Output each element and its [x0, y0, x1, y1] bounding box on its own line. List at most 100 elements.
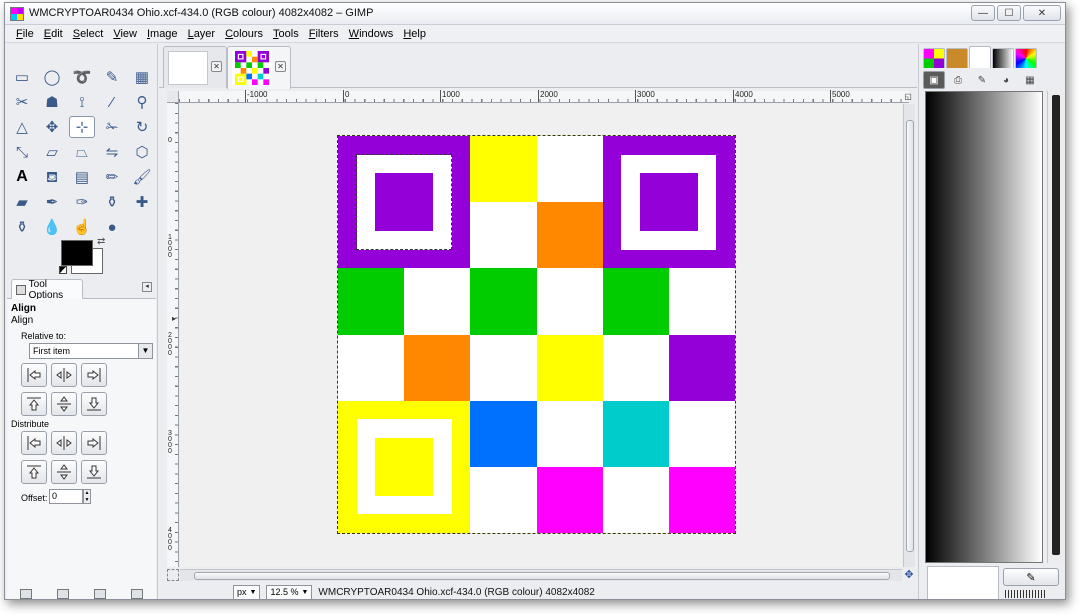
menu-select[interactable]: Select	[68, 28, 109, 40]
tab-tool-options[interactable]: Tool Options	[11, 279, 83, 301]
fuzzy-select-tool-icon[interactable]: ✎	[99, 66, 125, 88]
align-middle-button[interactable]	[51, 392, 77, 416]
blur-tool-icon[interactable]: 💧	[39, 216, 65, 238]
flip-tool-icon[interactable]: ⇋	[99, 141, 125, 163]
distribute-bottom-button[interactable]	[81, 460, 107, 484]
menu-file[interactable]: File	[11, 28, 39, 40]
distribute-center-button[interactable]	[51, 431, 77, 455]
palette-icon[interactable]: ◕	[995, 71, 1017, 89]
perspective-clone-tool-icon[interactable]: ⚱	[9, 216, 35, 238]
ruler-corner[interactable]	[167, 91, 179, 103]
bucket-fill-tool-icon[interactable]: ⛾	[39, 166, 65, 188]
unit-select[interactable]: px ▼	[233, 584, 261, 599]
heal-tool-icon[interactable]: ✚	[129, 191, 155, 213]
align-tool-icon[interactable]: ⊹	[69, 116, 95, 138]
maximize-button[interactable]: ☐	[997, 5, 1021, 21]
tab-gradient-editor-icon[interactable]: ▣	[923, 71, 945, 89]
printer-icon[interactable]: ⎙	[947, 71, 969, 89]
image-tab-2[interactable]: ✕	[227, 46, 291, 89]
default-colors-icon[interactable]	[59, 266, 67, 274]
text-tool-icon[interactable]: A	[9, 166, 35, 188]
tab-images[interactable]	[923, 48, 945, 68]
image-tab-1[interactable]: ✕	[163, 46, 227, 88]
dodge-burn-tool-icon[interactable]: ●	[99, 216, 125, 238]
gradient-preview[interactable]	[925, 91, 1043, 563]
dock-scroll-thumb[interactable]	[1052, 95, 1060, 555]
eraser-tool-icon[interactable]: ▰	[9, 191, 35, 213]
tab-brushes[interactable]	[969, 46, 991, 68]
align-right-button[interactable]	[81, 363, 107, 387]
ellipse-select-tool-icon[interactable]: ◯	[39, 66, 65, 88]
menu-edit[interactable]: Edit	[39, 28, 68, 40]
pencil-tool-icon[interactable]: ✏	[99, 166, 125, 188]
menu-windows[interactable]: Windows	[344, 28, 399, 40]
colors-icon[interactable]: ▦	[1019, 71, 1041, 89]
navigate-icon[interactable]: ✥	[903, 569, 915, 581]
vertical-scrollbar[interactable]	[903, 104, 915, 567]
rect-select-tool-icon[interactable]: ▭	[9, 66, 35, 88]
horizontal-scrollbar[interactable]	[180, 569, 902, 581]
vertical-ruler[interactable]: 0 1000 2000 3000 4000	[167, 103, 179, 567]
align-top-button[interactable]	[21, 392, 47, 416]
perspective-tool-icon[interactable]: ⏢	[69, 141, 95, 163]
dock-vertical-scrollbar[interactable]	[1047, 91, 1065, 563]
edit-gradient-button[interactable]: ✎	[1003, 568, 1059, 586]
select-by-color-tool-icon[interactable]: ▦	[129, 66, 155, 88]
cage-tool-icon[interactable]: ⬡	[129, 141, 155, 163]
menu-view[interactable]: View	[108, 28, 142, 40]
foreground-select-tool-icon[interactable]: ☗	[39, 91, 65, 113]
free-select-tool-icon[interactable]: ➰	[69, 66, 95, 88]
align-bottom-button[interactable]	[81, 392, 107, 416]
menu-layer[interactable]: Layer	[183, 28, 221, 40]
measure-tool-icon[interactable]: △	[9, 116, 35, 138]
menu-colours[interactable]: Colours	[220, 28, 268, 40]
close-icon[interactable]: ✕	[275, 61, 286, 72]
crop-tool-icon[interactable]: ✁	[99, 116, 125, 138]
tab-menu-icon[interactable]: ◂	[142, 282, 152, 292]
reset-options-icon[interactable]	[131, 589, 144, 599]
restore-options-icon[interactable]	[56, 589, 69, 599]
offset-spinner[interactable]: ▲ ▼	[83, 489, 91, 504]
tab-gradients[interactable]	[992, 48, 1014, 68]
distribute-middle-button[interactable]	[51, 460, 77, 484]
distribute-top-button[interactable]	[21, 460, 47, 484]
quick-mask-toggle[interactable]	[167, 569, 179, 581]
menu-filters[interactable]: Filters	[304, 28, 344, 40]
delete-options-icon[interactable]	[94, 589, 107, 599]
horizontal-scroll-thumb[interactable]	[194, 572, 890, 580]
menu-help[interactable]: Help	[398, 28, 431, 40]
airbrush-tool-icon[interactable]: ✒	[39, 191, 65, 213]
zoom-tool-icon[interactable]: ⚲	[129, 91, 155, 113]
foreground-color-swatch[interactable]	[61, 240, 93, 266]
close-button[interactable]: ✕	[1023, 5, 1061, 21]
save-options-icon[interactable]	[19, 589, 32, 599]
menu-tools[interactable]: Tools	[268, 28, 304, 40]
zoom-select[interactable]: 12.5 % ▼	[266, 584, 313, 599]
ink-tool-icon[interactable]: ✑	[69, 191, 95, 213]
minimize-button[interactable]: —	[971, 5, 995, 21]
blend-tool-icon[interactable]: ▤	[69, 166, 95, 188]
offset-input[interactable]: 0	[49, 489, 83, 504]
align-center-button[interactable]	[51, 363, 77, 387]
swap-colors-icon[interactable]: ⇄	[97, 236, 105, 247]
move-tool-icon[interactable]: ✥	[39, 116, 65, 138]
scale-tool-icon[interactable]: ⤡	[9, 141, 35, 163]
paintbrush-icon[interactable]: ✎	[971, 71, 993, 89]
distribute-left-button[interactable]	[21, 431, 47, 455]
vertical-scroll-thumb[interactable]	[906, 120, 914, 552]
tab-patterns[interactable]	[946, 48, 968, 68]
color-picker-tool-icon[interactable]: ⁄	[99, 91, 125, 113]
clone-tool-icon[interactable]: ⚱	[99, 191, 125, 213]
paintbrush-tool-icon[interactable]: 🖌	[129, 166, 155, 188]
smudge-tool-icon[interactable]: ☝	[69, 216, 95, 238]
menu-image[interactable]: Image	[142, 28, 183, 40]
horizontal-ruler[interactable]: -1000 0 1000 2000 3000 4000 5000	[179, 90, 909, 103]
align-left-button[interactable]	[21, 363, 47, 387]
relative-to-select[interactable]: First item ▼	[29, 343, 153, 359]
paths-tool-icon[interactable]: ⟟	[69, 91, 95, 113]
close-icon[interactable]: ✕	[211, 61, 222, 72]
image-canvas-content[interactable]	[337, 135, 736, 534]
tab-palettes[interactable]	[1015, 48, 1037, 68]
scissors-select-tool-icon[interactable]: ✂	[9, 91, 35, 113]
distribute-right-button[interactable]	[81, 431, 107, 455]
